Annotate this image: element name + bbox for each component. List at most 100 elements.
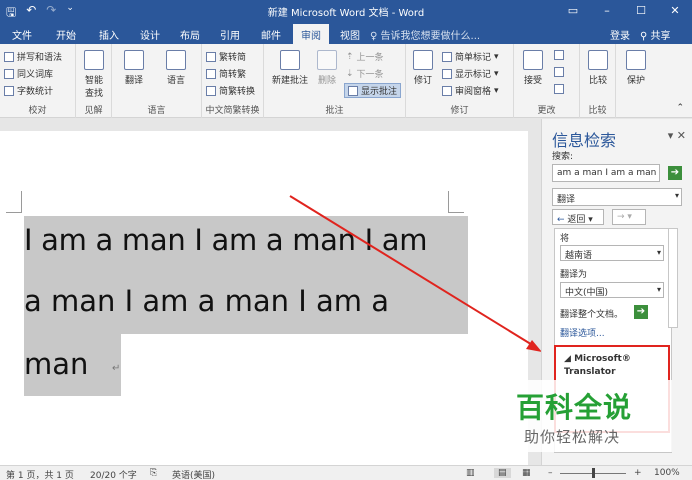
simp-to-trad-button[interactable]: 简转繁 — [206, 67, 246, 80]
group-protect: 保护 — [616, 44, 656, 118]
next-comment-button[interactable]: ⇣ 下一条 — [346, 67, 384, 81]
tab-insert[interactable]: 插入 — [99, 27, 119, 42]
share-label: 共享 — [650, 31, 671, 42]
share-button[interactable]: ⚲ 共享 — [640, 27, 671, 42]
close-icon[interactable]: ✕ — [658, 0, 692, 22]
lock-doc-icon — [626, 50, 646, 70]
group-label: 修订 — [450, 106, 469, 116]
accept-icon — [523, 50, 543, 70]
show-comments-label: 显示批注 — [361, 87, 398, 97]
count-icon — [4, 85, 14, 96]
login-link[interactable]: 登录 — [610, 27, 630, 42]
delete-label: 删除 — [317, 76, 336, 86]
zoom-level[interactable]: 100% — [654, 468, 680, 478]
reviewing-pane-dropdown[interactable]: 审阅窗格 ▾ — [442, 84, 499, 97]
search-label: 搜索: — [552, 152, 574, 162]
show-markup-label: 显示标记 — [455, 70, 492, 80]
translate-document-button[interactable]: ➔ — [634, 305, 648, 319]
watermark-subtitle: 助你轻松解决 — [524, 428, 621, 446]
text-line[interactable]: a man I am a man I am a — [24, 284, 389, 318]
text-line[interactable]: man — [24, 347, 88, 381]
from-language-select[interactable]: 越南语 ▾ — [560, 245, 664, 261]
service-select[interactable]: 翻译 ▾ — [552, 188, 682, 206]
word-count[interactable]: 20/20 个字 — [90, 468, 137, 480]
tab-mailings[interactable]: 邮件 — [261, 27, 281, 42]
translate-button[interactable]: 翻译 — [116, 50, 152, 86]
ribbon-display-icon[interactable]: ▭ — [556, 0, 590, 22]
language-button[interactable]: 语言 — [158, 50, 194, 86]
page-indicator[interactable]: 第 1 页，共 1 页 — [6, 468, 74, 480]
down-arrow-icon: ⇣ — [346, 68, 354, 79]
tab-review[interactable]: 审阅 — [293, 24, 329, 44]
accept-button[interactable]: 接受 — [518, 50, 548, 86]
previous-change-button[interactable] — [554, 67, 564, 77]
result-title: Microsoft® Translator — [564, 354, 631, 377]
tab-design[interactable]: 设计 — [140, 27, 160, 42]
pane-title: 信息检索 — [552, 131, 617, 150]
tab-references[interactable]: 引用 — [220, 27, 240, 42]
reject-button[interactable] — [554, 50, 564, 60]
delete-comment-button[interactable]: 删除 — [312, 50, 342, 86]
forward-button[interactable]: → ▾ — [612, 209, 646, 225]
language-indicator[interactable]: 英语(美国) — [172, 468, 215, 480]
book-icon — [4, 68, 14, 79]
trad-to-simp-button[interactable]: 繁转简 — [206, 50, 246, 63]
word-count-button[interactable]: 字数统计 — [4, 84, 53, 97]
document-page[interactable]: I am a man I am a man I am a man I am a … — [0, 131, 528, 465]
close-icon[interactable]: ✕ — [677, 129, 686, 142]
previous-comment-button[interactable]: ⇡ 上一条 — [346, 50, 384, 64]
markup-dropdown[interactable]: 简单标记 ▾ — [442, 50, 499, 63]
next-change-button[interactable] — [554, 84, 564, 94]
thesaurus-button[interactable]: 同义词库 — [4, 67, 53, 80]
chevron-down-icon: ▾ — [494, 85, 499, 96]
tab-file[interactable]: 文件 — [12, 27, 32, 42]
protect-button[interactable]: 保护 — [618, 50, 654, 86]
conversion-button[interactable]: 简繁转换 — [206, 84, 255, 97]
new-comment-icon — [280, 50, 300, 70]
show-markup-dropdown[interactable]: 显示标记 ▾ — [442, 67, 499, 80]
print-layout-icon[interactable]: ▤ — [494, 468, 511, 478]
zoom-in-icon[interactable]: + — [634, 468, 642, 478]
language-label: 语言 — [166, 76, 185, 86]
show-comments-button[interactable]: 显示批注 — [344, 83, 402, 98]
translation-options-link[interactable]: 翻译选项... — [560, 326, 605, 339]
smart-lookup-button[interactable]: 智能 查找 — [76, 50, 112, 99]
search-input[interactable]: am a man I am a man — [552, 164, 660, 182]
reviewing-pane-icon — [442, 85, 452, 96]
collapse-triangle-icon: ◢ — [564, 354, 575, 364]
web-layout-icon[interactable]: ▦ — [522, 468, 531, 478]
minimize-icon[interactable]: – — [590, 0, 624, 22]
result-heading[interactable]: ◢ Microsoft® Translator — [564, 353, 654, 379]
tab-view[interactable]: 视图 — [340, 27, 360, 42]
language-icon — [166, 50, 186, 70]
to-language-select[interactable]: 中文(中国) ▾ — [560, 282, 664, 298]
collapse-ribbon-icon[interactable]: ⌃ — [676, 103, 684, 113]
track-changes-button[interactable]: 修订 — [408, 50, 438, 86]
results-scrollbar[interactable] — [668, 228, 678, 328]
group-chinese-conversion: 繁转简 简转繁 简繁转换 中文简繁转换 — [202, 44, 264, 118]
zoom-out-icon[interactable]: – — [548, 468, 553, 478]
group-proofing: 拼写和语法 同义词库 字数统计 校对 — [0, 44, 76, 118]
compare-button[interactable]: 比较 — [580, 50, 616, 86]
tab-home[interactable]: 开始 — [56, 27, 76, 42]
arrow-right-icon: ➔ — [636, 306, 646, 317]
tell-me-search[interactable]: ♀ 告诉我您想要做什么... — [370, 27, 480, 42]
group-label: 校对 — [28, 106, 47, 116]
search-go-button[interactable]: ➔ — [668, 166, 682, 180]
spelling-grammar-button[interactable]: 拼写和语法 — [4, 50, 62, 63]
up-arrow-icon: ⇡ — [346, 51, 354, 62]
pane-options-icon[interactable]: ▾ — [668, 129, 674, 142]
to-language-value: 中文(中国) — [565, 288, 609, 298]
text-line[interactable]: I am a man I am a man I am — [24, 223, 428, 257]
read-mode-icon[interactable]: ▥ — [466, 468, 475, 478]
proofing-status-icon[interactable]: ⎘ — [150, 468, 157, 478]
zoom-slider-thumb[interactable] — [592, 468, 595, 478]
trad-simp-icon — [206, 51, 216, 62]
maximize-icon[interactable]: ☐ — [624, 0, 658, 22]
group-tracking: 修订 简单标记 ▾ 显示标记 ▾ 审阅窗格 ▾ 修订 — [406, 44, 514, 118]
back-button[interactable]: ← 返回 ▾ — [552, 209, 604, 225]
tab-layout[interactable]: 布局 — [180, 27, 200, 42]
lightbulb-icon: ♀ — [370, 31, 381, 42]
person-icon: ⚲ — [640, 31, 651, 42]
new-comment-button[interactable]: 新建批注 — [268, 50, 312, 86]
